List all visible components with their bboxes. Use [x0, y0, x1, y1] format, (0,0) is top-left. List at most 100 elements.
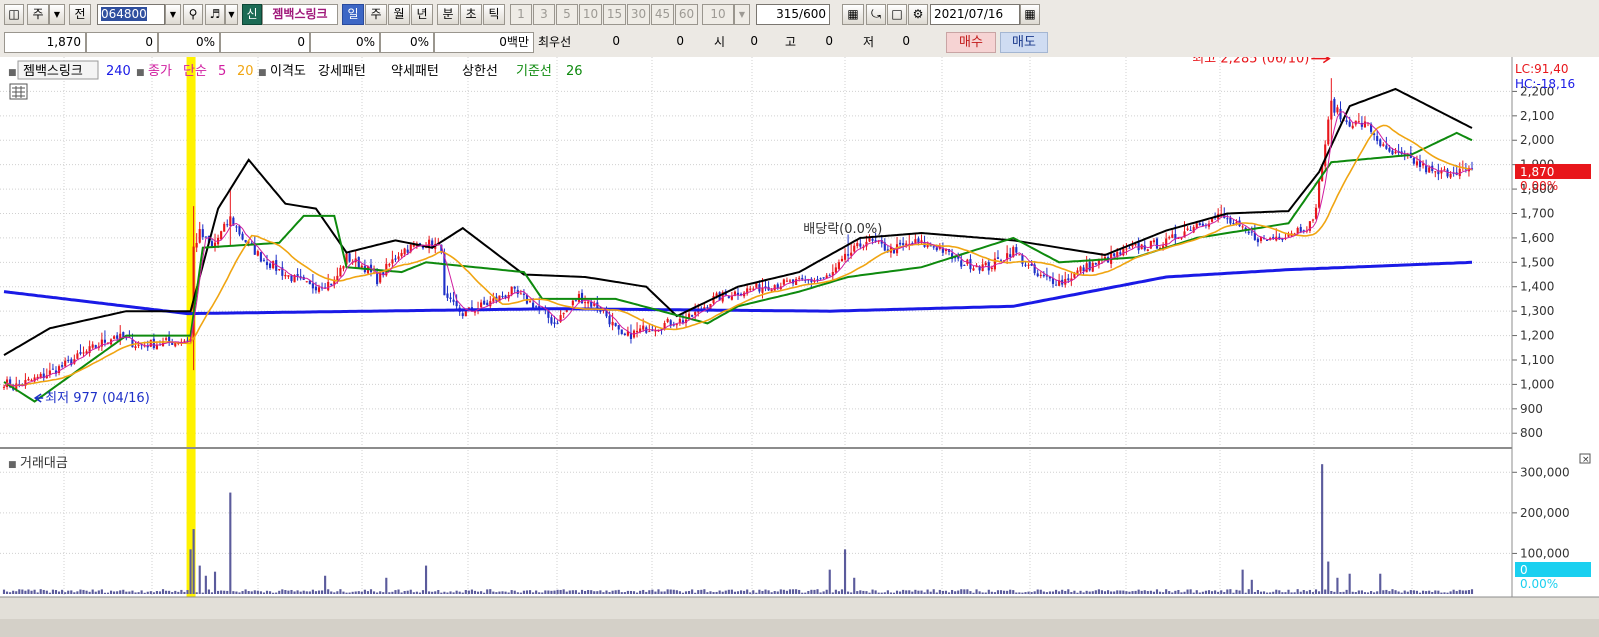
volume-bar [1345, 589, 1348, 594]
period-year[interactable]: 년 [411, 4, 433, 25]
period-minute[interactable]: 분 [437, 4, 459, 25]
volume-bar [590, 590, 593, 594]
market-select[interactable]: 주 [27, 4, 49, 25]
volume-bar [388, 592, 391, 594]
volume-bar [795, 589, 798, 594]
volume-bar [1370, 591, 1373, 594]
volume-bar [369, 589, 373, 594]
calendar-icon[interactable]: ▦ [1020, 4, 1040, 25]
minute-1[interactable]: 1 [510, 4, 532, 25]
volume-bar [1152, 591, 1156, 594]
low-value: 0 [902, 34, 910, 48]
volume-bar [941, 590, 944, 594]
volume-bar [1097, 589, 1100, 594]
sell-button[interactable]: 매도 [1000, 32, 1048, 53]
candle-body [562, 313, 565, 315]
crosshair-icon[interactable]: ⤿ [866, 4, 886, 25]
minute-15[interactable]: 15 [603, 4, 626, 25]
candle-body [868, 237, 871, 242]
candle-body [305, 281, 308, 283]
prev-button[interactable]: 전 [69, 4, 91, 25]
volume-bar [1210, 591, 1214, 594]
volume-bar [57, 591, 61, 594]
code-dropdown-icon[interactable]: ▼ [165, 4, 181, 25]
volume-bar [883, 592, 886, 594]
volume-bar [1266, 592, 1269, 594]
volume-bar [149, 591, 152, 594]
minute-60[interactable]: 60 [675, 4, 698, 25]
volume-bar [917, 590, 920, 594]
candle-body [899, 242, 902, 245]
period-day[interactable]: 일 [342, 4, 364, 25]
interval-dropdown-icon[interactable]: ▼ [734, 4, 750, 25]
volume-bar [1244, 592, 1247, 594]
search-icon[interactable]: ⚲ [183, 4, 203, 25]
volume-bar [1385, 589, 1388, 594]
layout-icon[interactable]: ◫ [4, 4, 24, 25]
interval-input[interactable]: 10 [702, 4, 734, 25]
volume-bar [1458, 589, 1461, 594]
volume-bar [1299, 591, 1302, 594]
volume-bar [1006, 590, 1009, 594]
volume-bar [822, 591, 825, 594]
speaker-dropdown-icon[interactable]: ▼ [225, 4, 238, 25]
volume-bar [397, 589, 400, 594]
volume-bar [651, 589, 654, 594]
period-second[interactable]: 초 [460, 4, 482, 25]
candle-body [486, 302, 489, 306]
volume-bar [1094, 590, 1097, 594]
volume-bar [1409, 590, 1412, 594]
candle-body [1134, 244, 1137, 246]
volume-bar [620, 592, 623, 594]
candle-body [235, 226, 238, 228]
minute-30[interactable]: 30 [627, 4, 650, 25]
volume-bar [480, 591, 483, 594]
volume-bar [324, 575, 327, 594]
volume-bar [770, 592, 773, 594]
volume-bar [406, 590, 409, 594]
volume-bar [1027, 591, 1030, 594]
volume-bar [1302, 590, 1305, 594]
volume-bar [424, 565, 428, 594]
volume-bar [1015, 592, 1018, 594]
candle-body [339, 267, 342, 277]
price-tick-label: 1,200 [1520, 329, 1554, 343]
volume-bar [996, 590, 1000, 594]
volume-bar [935, 592, 938, 594]
market-dropdown-icon[interactable]: ▼ [49, 4, 65, 25]
minute-3[interactable]: 3 [533, 4, 555, 25]
period-week[interactable]: 주 [365, 4, 387, 25]
count-display[interactable]: 315/600 [756, 4, 830, 25]
stock-code-text: 064800 [101, 7, 147, 21]
price-volume-chart: 800 900 1,000 1,100 1,200 1,300 1,400 1,500 1,60… [0, 57, 1599, 637]
volume-bar [379, 591, 382, 594]
minute-5[interactable]: 5 [556, 4, 578, 25]
minute-10[interactable]: 10 [579, 4, 602, 25]
gear-icon[interactable]: ⚙ [908, 4, 928, 25]
candle-settings-icon[interactable]: ▦ [842, 4, 864, 25]
stock-name[interactable]: 젬백스링크 [262, 4, 338, 25]
speaker-icon[interactable]: ♬ [205, 4, 225, 25]
period-month[interactable]: 월 [388, 4, 410, 25]
volume-bar [253, 590, 256, 594]
buy-button[interactable]: 매수 [946, 32, 996, 53]
volume-bar [235, 591, 238, 594]
candle-body [847, 254, 850, 256]
minute-45[interactable]: 45 [651, 4, 674, 25]
volume-bar [966, 589, 969, 594]
volume-bar [1278, 590, 1281, 594]
candle-body [642, 325, 645, 330]
volume-bar [1253, 591, 1256, 594]
volume-bar [247, 591, 250, 594]
candle-body [1021, 254, 1024, 264]
volume-bar [1425, 591, 1428, 594]
save-icon[interactable]: □ [887, 4, 907, 25]
date-input[interactable]: 2021/07/16 [930, 4, 1020, 25]
candle-body [1388, 148, 1391, 152]
scrollbar-track[interactable] [0, 619, 1599, 637]
volume-bar [330, 591, 333, 594]
period-tick[interactable]: 틱 [483, 4, 505, 25]
volume-bar [1467, 590, 1471, 594]
stock-code-input[interactable]: 064800 [97, 4, 165, 25]
candle-body [348, 253, 351, 262]
